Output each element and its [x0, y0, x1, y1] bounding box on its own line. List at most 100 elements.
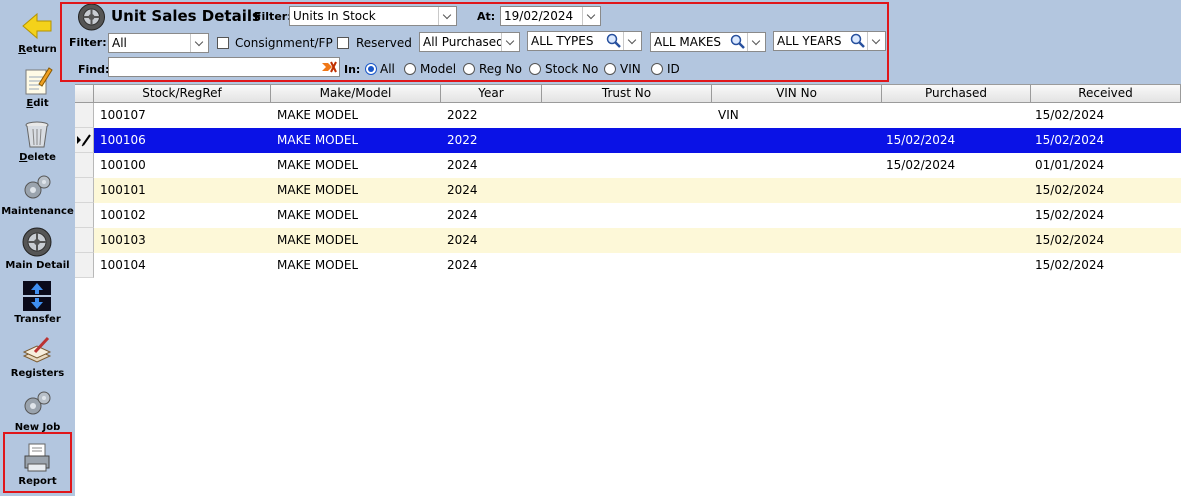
at-date-value: 19/02/2024: [504, 9, 574, 23]
cell-year: 2024: [447, 208, 478, 222]
main-detail-button[interactable]: Main Detail: [0, 220, 75, 274]
col-header-stock[interactable]: Stock/RegRef: [94, 84, 271, 103]
transfer-arrows-icon: [23, 281, 51, 311]
cell-received: 15/02/2024: [1035, 183, 1105, 197]
edit-row-pencil-icon: [77, 134, 91, 147]
cell-model: MAKE MODEL: [277, 133, 359, 147]
col-header-purchased[interactable]: Purchased: [882, 84, 1031, 103]
chevron-down-icon[interactable]: [623, 32, 641, 50]
col-header-year[interactable]: Year: [441, 84, 542, 103]
cell-stock: 100102: [100, 208, 146, 222]
radio-model-label: Model: [420, 62, 457, 76]
col-header-trust[interactable]: Trust No: [542, 84, 712, 103]
new-job-button[interactable]: New Job: [0, 382, 75, 436]
maintenance-button[interactable]: Maintenance: [0, 166, 75, 220]
makes-select-value: ALL MAKES: [654, 35, 722, 49]
wheel-icon: [22, 227, 52, 257]
cell-stock: 100104: [100, 258, 146, 272]
table-row[interactable]: 100107 MAKE MODEL 2022 VIN 15/02/2024: [75, 103, 1181, 128]
notepad-pencil-icon: [25, 67, 53, 95]
years-select-value: ALL YEARS: [777, 34, 842, 48]
radio-reg-no[interactable]: [463, 63, 475, 75]
chevron-down-icon[interactable]: [438, 7, 456, 25]
edit-button[interactable]: Edit: [0, 58, 75, 112]
row-indicator-header: [75, 84, 94, 103]
search-icon[interactable]: [605, 32, 623, 50]
delete-button[interactable]: Delete: [0, 112, 75, 166]
table-row[interactable]: 100106 MAKE MODEL 2022 15/02/2024 15/02/2024: [75, 128, 1181, 153]
in-label: In:: [344, 63, 361, 76]
radio-vin[interactable]: [604, 63, 616, 75]
row-indicator[interactable]: [75, 178, 94, 203]
at-date-picker[interactable]: 19/02/2024: [500, 6, 601, 26]
table-row[interactable]: 100100 MAKE MODEL 2024 15/02/2024 01/01/2024: [75, 153, 1181, 178]
cell-model: MAKE MODEL: [277, 183, 359, 197]
cell-stock: 100100: [100, 158, 146, 172]
cell-model: MAKE MODEL: [277, 158, 359, 172]
cell-model: MAKE MODEL: [277, 258, 359, 272]
cell-received: 01/01/2024: [1035, 158, 1105, 172]
chevron-down-icon[interactable]: [867, 32, 885, 50]
find-input[interactable]: [108, 57, 340, 77]
filter-select-value: Units In Stock: [293, 9, 376, 23]
chevron-down-icon[interactable]: [190, 34, 208, 52]
cell-received: 15/02/2024: [1035, 233, 1105, 247]
table-row[interactable]: 100104 MAKE MODEL 2024 15/02/2024: [75, 253, 1181, 278]
search-icon[interactable]: [729, 33, 747, 51]
types-select[interactable]: ALL TYPES: [527, 31, 642, 51]
at-label: At:: [477, 10, 496, 23]
cell-stock: 100101: [100, 183, 146, 197]
trash-can-icon: [25, 121, 49, 148]
row-indicator[interactable]: [75, 153, 94, 178]
row-indicator[interactable]: [75, 253, 94, 278]
table-row[interactable]: 100103 MAKE MODEL 2024 15/02/2024: [75, 228, 1181, 253]
registers-button[interactable]: Registers: [0, 328, 75, 382]
transfer-button[interactable]: Transfer: [0, 274, 75, 328]
purchased-select[interactable]: All Purchased: [419, 32, 520, 52]
cell-stock: 100106: [100, 133, 146, 147]
chevron-down-icon[interactable]: [501, 33, 519, 51]
filter2-label: Filter:: [69, 36, 107, 49]
chevron-down-icon[interactable]: [747, 33, 765, 51]
consignment-checkbox[interactable]: [217, 37, 229, 49]
purchased-select-value: All Purchased: [423, 35, 504, 49]
left-toolbar: Return Edit Delete Maintenance Main Deta…: [0, 0, 75, 496]
new-job-label: New Job: [14, 422, 61, 433]
transfer-label: Transfer: [14, 314, 61, 325]
table-row[interactable]: 100102 MAKE MODEL 2024 15/02/2024: [75, 203, 1181, 228]
reserved-checkbox[interactable]: [337, 37, 349, 49]
search-icon[interactable]: [849, 32, 867, 50]
radio-id[interactable]: [651, 63, 663, 75]
col-header-vin[interactable]: VIN No: [712, 84, 882, 103]
report-button[interactable]: Report: [0, 436, 75, 490]
radio-all[interactable]: [365, 63, 377, 75]
cell-received: 15/02/2024: [1035, 108, 1105, 122]
col-header-received[interactable]: Received: [1031, 84, 1181, 103]
radio-model[interactable]: [404, 63, 416, 75]
row-indicator[interactable]: [75, 228, 94, 253]
row-indicator[interactable]: [75, 203, 94, 228]
types-select-value: ALL TYPES: [531, 34, 594, 48]
arrow-left-icon: [22, 12, 52, 40]
row-indicator[interactable]: [75, 128, 94, 153]
radio-stock-no[interactable]: [529, 63, 541, 75]
clear-find-icon[interactable]: [321, 59, 337, 75]
main-detail-label: Main Detail: [5, 260, 70, 271]
return-button[interactable]: Return: [0, 4, 75, 58]
chevron-down-icon[interactable]: [582, 7, 600, 25]
cell-vin: VIN: [718, 108, 739, 122]
cell-received: 15/02/2024: [1035, 133, 1105, 147]
makes-select[interactable]: ALL MAKES: [650, 32, 766, 52]
reserved-label: Reserved: [356, 36, 412, 50]
gears-icon: [24, 391, 51, 415]
col-header-model[interactable]: Make/Model: [271, 84, 441, 103]
row-indicator[interactable]: [75, 103, 94, 128]
table-row[interactable]: 100101 MAKE MODEL 2024 15/02/2024: [75, 178, 1181, 203]
registers-label: Registers: [10, 368, 65, 379]
filter-select[interactable]: Units In Stock: [289, 6, 457, 26]
years-select[interactable]: ALL YEARS: [773, 31, 886, 51]
filter2-select[interactable]: All: [108, 33, 209, 53]
cell-year: 2024: [447, 158, 478, 172]
unit-sales-table: Stock/RegRef Make/Model Year Trust No VI…: [75, 84, 1181, 496]
filter-panel: Unit Sales Details Filter: Units In Stoc…: [60, 0, 1181, 84]
